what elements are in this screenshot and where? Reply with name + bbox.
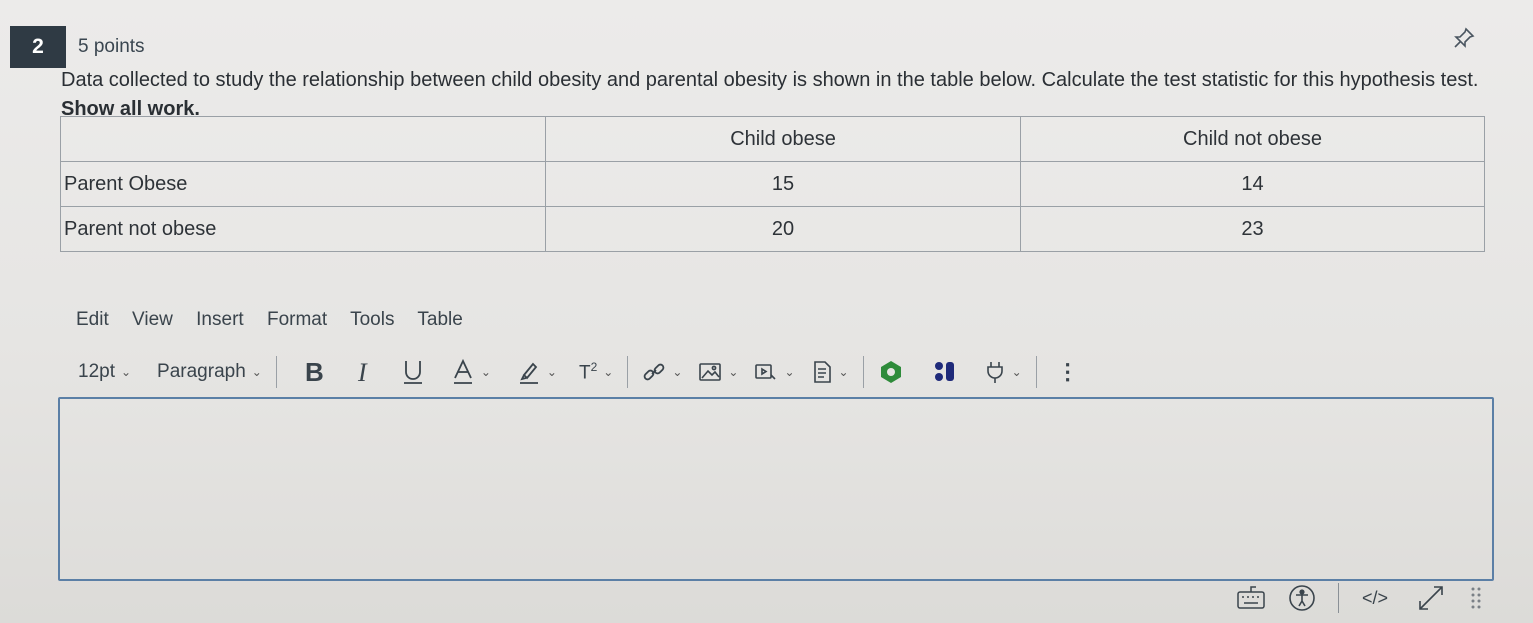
italic-icon: I (357, 359, 368, 385)
chevron-down-icon: ⌄ (728, 365, 739, 379)
menu-insert[interactable]: Insert (196, 309, 244, 330)
document-icon (813, 361, 831, 383)
table-row-label: Parent Obese (60, 161, 546, 207)
status-divider (1338, 580, 1339, 616)
chevron-down-icon: ⌄ (603, 365, 614, 379)
resize-handle[interactable] (1468, 580, 1484, 616)
table-cell: 15 (545, 161, 1021, 207)
chevron-down-icon: ⌄ (480, 365, 491, 379)
media-button[interactable]: ⌄ (754, 352, 795, 392)
keyboard-icon (1237, 586, 1265, 609)
data-table: Child obese Child not obese Parent Obese… (60, 116, 1485, 252)
editor-menubar: Edit View Insert Format Tools Table (76, 309, 481, 331)
question-number-badge: 2 (10, 26, 66, 68)
bold-button[interactable]: B (303, 352, 325, 392)
html-editor-button[interactable]: </> (1362, 580, 1388, 616)
block-format-value: Paragraph (157, 361, 246, 382)
table-row: Parent Obese 15 14 (60, 161, 1485, 207)
question-points: 5 points (78, 36, 145, 57)
table-cell: 20 (545, 206, 1021, 252)
menu-view[interactable]: View (132, 309, 173, 330)
table-header-row: Child obese Child not obese (60, 116, 1485, 162)
font-size-value: 12pt (78, 361, 115, 382)
underline-icon (403, 361, 422, 384)
editor-toolbar: 12pt ⌄ Paragraph ⌄ B I ⌄ ⌄ T2 ⌄ ⌄ ⌄ ⌄ ⌄ … (78, 352, 1079, 392)
table-header-cell: Child not obese (1020, 116, 1485, 162)
menu-table[interactable]: Table (417, 309, 462, 330)
fullscreen-button[interactable] (1416, 580, 1446, 616)
chevron-down-icon: ⌄ (1011, 365, 1022, 379)
image-button[interactable]: ⌄ (698, 352, 738, 392)
pin-icon[interactable] (1452, 26, 1476, 50)
apps-green-icon (880, 361, 901, 383)
table-cell: 23 (1020, 206, 1485, 252)
table-row: Parent not obese 20 23 (60, 206, 1485, 252)
menu-format[interactable]: Format (267, 309, 327, 330)
table-header-cell: Child obese (545, 116, 1021, 162)
question-text-main: Data collected to study the relationship… (61, 69, 1479, 91)
toolbar-divider (627, 356, 629, 388)
chevron-down-icon: ⌄ (672, 365, 683, 379)
more-options-button[interactable]: ⋮ (1057, 352, 1079, 392)
keyboard-shortcuts-button[interactable] (1236, 580, 1266, 616)
svg-text:I: I (357, 359, 368, 385)
more-vertical-icon: ⋮ (1056, 359, 1079, 384)
apps-navy-icon (934, 362, 954, 381)
image-icon (699, 363, 722, 381)
text-color-button[interactable]: ⌄ (451, 352, 491, 392)
chevron-down-icon: ⌄ (838, 365, 849, 379)
font-size-select[interactable]: 12pt ⌄ (78, 352, 131, 392)
underline-button[interactable] (401, 352, 425, 392)
link-button[interactable]: ⌄ (642, 352, 682, 392)
plug-icon (986, 362, 1003, 383)
chevron-down-icon: ⌄ (251, 365, 262, 379)
block-format-select[interactable]: Paragraph ⌄ (157, 352, 262, 392)
menu-edit[interactable]: Edit (76, 309, 109, 330)
accessibility-icon (1289, 585, 1315, 611)
chevron-down-icon: ⌄ (546, 365, 557, 379)
document-button[interactable]: ⌄ (811, 352, 849, 392)
drag-handle-icon (1471, 587, 1481, 609)
link-icon (644, 363, 665, 381)
rich-text-editor-area[interactable] (58, 397, 1494, 581)
media-icon (755, 364, 777, 380)
text-color-icon (453, 358, 472, 384)
plugin-green-button[interactable] (878, 352, 904, 392)
plugins-button[interactable]: ⌄ (984, 352, 1022, 392)
highlighter-icon (519, 362, 538, 384)
expand-icon (1419, 586, 1443, 610)
toolbar-divider (275, 356, 277, 388)
italic-button[interactable]: I (355, 352, 375, 392)
table-row-label: Parent not obese (60, 206, 546, 252)
table-corner-cell (60, 116, 546, 162)
plugin-navy-button[interactable] (932, 352, 958, 392)
accessibility-checker-button[interactable] (1287, 580, 1317, 616)
code-view-icon: </> (1362, 587, 1389, 608)
menu-tools[interactable]: Tools (350, 309, 394, 330)
bold-icon: B (305, 359, 324, 385)
superscript-button[interactable]: T2 ⌄ (579, 352, 613, 392)
highlight-color-button[interactable]: ⌄ (517, 352, 557, 392)
toolbar-divider (862, 356, 864, 388)
superscript-icon: T2 (578, 359, 598, 384)
table-cell: 14 (1020, 161, 1485, 207)
svg-text:B: B (305, 359, 324, 385)
chevron-down-icon: ⌄ (784, 365, 795, 379)
toolbar-divider (1035, 356, 1037, 388)
chevron-down-icon: ⌄ (120, 365, 132, 379)
